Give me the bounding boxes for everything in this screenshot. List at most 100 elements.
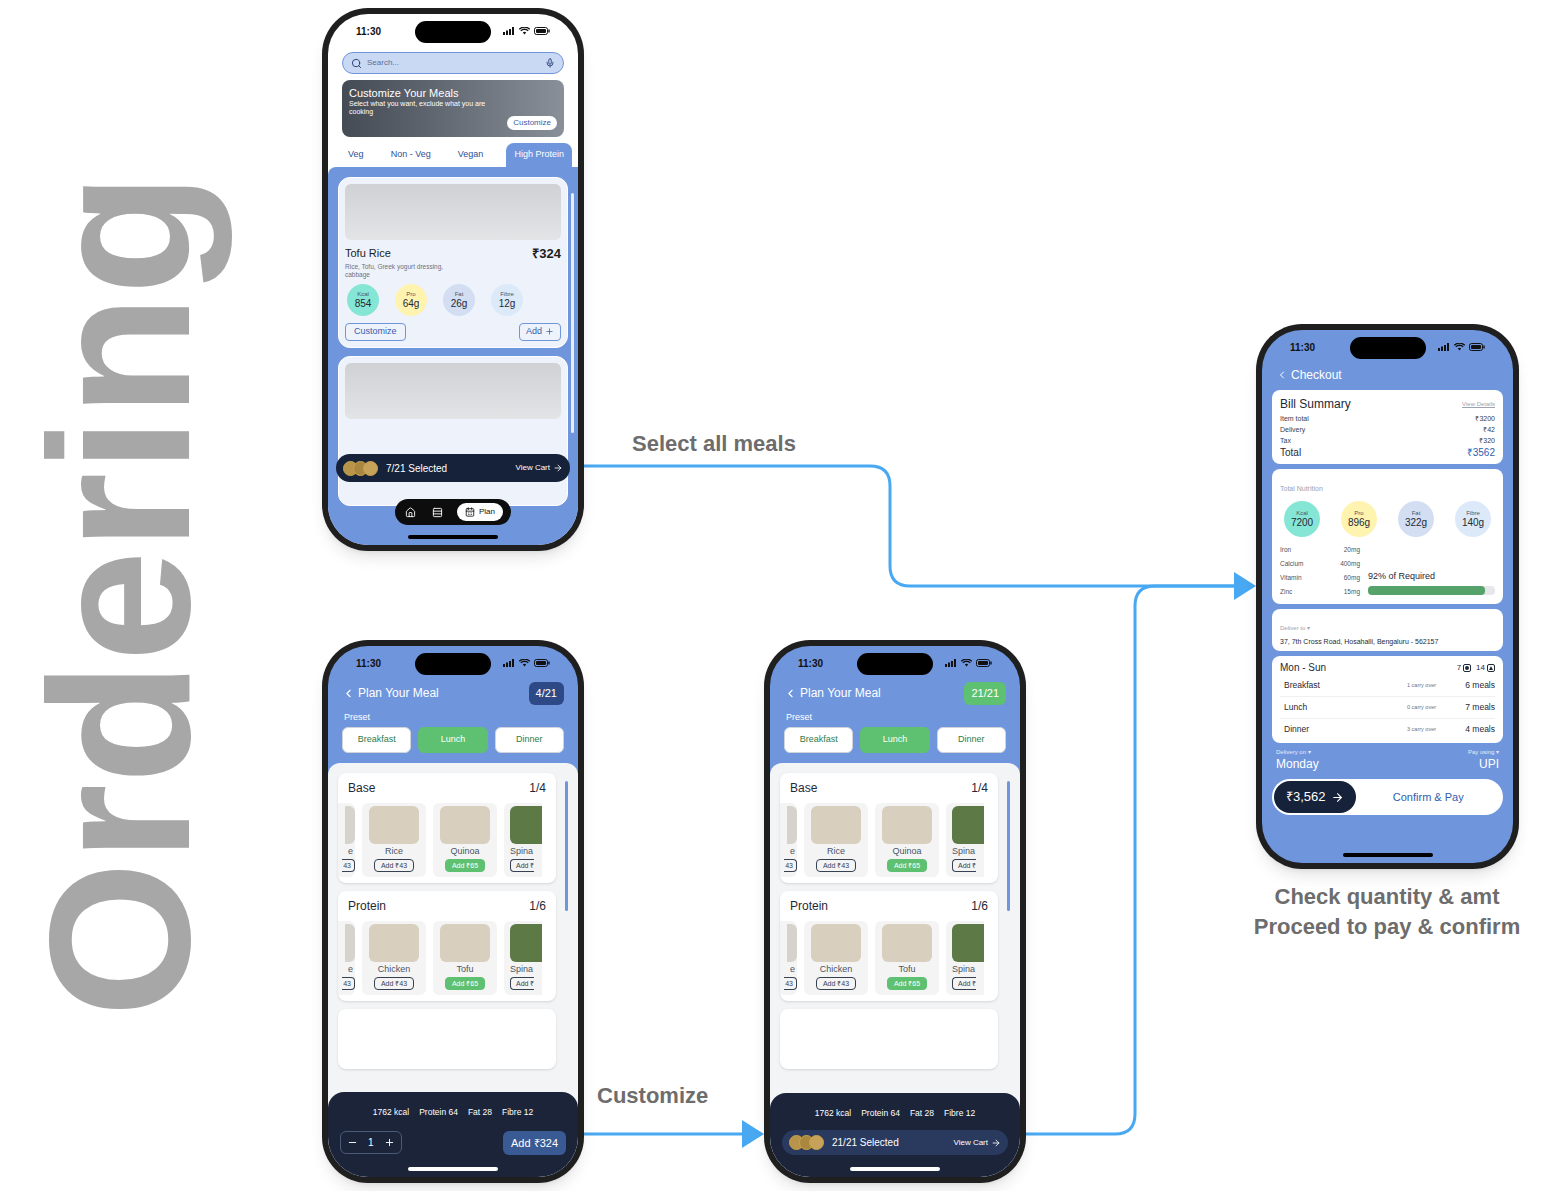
quantity: 1 — [368, 1135, 374, 1150]
diet-tab[interactable]: High Protein — [506, 143, 572, 167]
customize-label: Customize — [597, 1079, 708, 1112]
meal-description: Rice, Tofu, Greek yogurt dressing, cabba… — [345, 263, 455, 279]
deliver-label: Deliver to ▾ — [1280, 625, 1310, 631]
preset-row: Breakfast Lunch Dinner — [328, 727, 578, 753]
nav-item[interactable]: Plan — [457, 503, 503, 521]
payment-method[interactable]: Pay using ▾UPI — [1468, 748, 1499, 771]
food-add-button[interactable]: Add ₹43 — [816, 859, 856, 872]
food-add-button[interactable]: Add ₹ — [952, 977, 976, 990]
meal-list: Tofu Rice₹324Rice, Tofu, Greek yogurt dr… — [328, 167, 578, 546]
food-add-button[interactable]: 43 — [342, 977, 355, 990]
required-text: 92% of Required — [1368, 570, 1495, 584]
nonveg-count: 14 — [1476, 662, 1485, 674]
food-photo — [440, 806, 490, 844]
section-title: Protein — [348, 897, 386, 915]
preset-button[interactable]: Breakfast — [342, 727, 411, 753]
ingredient-strip[interactable]: e43 ChickenAdd ₹43TofuAdd ₹65SpinaAdd ₹ — [338, 921, 556, 995]
required-progress-fill — [1368, 586, 1485, 595]
food-add-button[interactable]: Add ₹65 — [887, 859, 927, 872]
minus-icon[interactable] — [347, 1137, 358, 1148]
food-item[interactable]: RiceAdd ₹43 — [804, 803, 868, 877]
add-to-plan-button[interactable]: Add ₹324 — [503, 1131, 566, 1156]
food-add-button[interactable]: Add ₹43 — [374, 977, 414, 990]
nav-item[interactable] — [430, 504, 445, 521]
view-cart-button[interactable]: View Cart — [953, 1137, 1001, 1149]
preset-button[interactable]: Breakfast — [784, 727, 853, 753]
wifi-icon — [1454, 343, 1465, 351]
preset-button[interactable]: Lunch — [860, 727, 929, 753]
food-name: e — [790, 846, 797, 857]
quantity-stepper: 1 — [340, 1131, 402, 1154]
cart-bar[interactable]: 21/21 Selected View Cart — [782, 1130, 1008, 1155]
back-icon[interactable] — [1276, 369, 1288, 381]
food-add-button[interactable]: Add ₹ — [510, 859, 534, 872]
cart-thumbnails — [789, 1135, 824, 1150]
ingredient-section — [338, 1009, 556, 1069]
deliver-card[interactable]: Deliver to ▾37, 7th Cross Road, Hosahall… — [1272, 609, 1503, 651]
food-add-button[interactable]: Add ₹65 — [445, 977, 485, 990]
nutrition-circle: Fat26g — [443, 284, 475, 316]
delivery-day[interactable]: Delivery on ▾Monday — [1276, 748, 1319, 771]
food-add-button[interactable]: 43 — [784, 977, 797, 990]
food-add-button[interactable]: 43 — [342, 859, 355, 872]
food-name: e — [348, 846, 355, 857]
cart-count: 21/21 Selected — [832, 1135, 945, 1150]
ingredient-strip[interactable]: e43 ChickenAdd ₹43TofuAdd ₹65 Spina Add ₹ — [780, 921, 998, 995]
preset-button[interactable]: Lunch — [418, 727, 487, 753]
meal-add-button[interactable]: Add — [519, 323, 561, 341]
food-add-button[interactable]: Add ₹ — [510, 977, 534, 990]
plan-totals: 1762 kcalProtein 64Fat 28Fibre 12 — [340, 1106, 566, 1119]
ingredient-strip[interactable]: e 43 RiceAdd ₹43QuinoaAdd ₹65SpinaAdd ₹ — [780, 803, 998, 877]
plus-icon[interactable] — [384, 1137, 395, 1148]
nutrition-value: 26g — [451, 298, 468, 310]
food-add-button[interactable]: Add ₹43 — [816, 977, 856, 990]
food-item[interactable]: SpinaAdd ₹ — [504, 921, 542, 995]
search-bar[interactable]: Search... — [342, 52, 564, 74]
checkout-phone: 11:30CheckoutBill SummaryView DetailsIte… — [1256, 324, 1519, 869]
food-item[interactable]: e43 — [338, 921, 355, 995]
food-add-button[interactable]: 43 — [784, 859, 797, 872]
ingredient-strip[interactable]: e 43 RiceAdd ₹43QuinoaAdd ₹65 Spina Add ₹ — [338, 803, 556, 877]
food-name: Spina — [952, 964, 975, 975]
food-item[interactable]: Spina Add ₹ — [504, 803, 542, 877]
cart-bar[interactable]: 7/21 SelectedView Cart — [336, 454, 570, 482]
food-item[interactable]: e 43 — [780, 803, 797, 877]
food-add-button[interactable]: Add ₹65 — [445, 859, 485, 872]
food-item[interactable]: ChickenAdd ₹43 — [362, 921, 426, 995]
nav-item[interactable] — [403, 504, 418, 521]
food-item[interactable]: e 43 — [338, 803, 355, 877]
meal-customize-button[interactable]: Customize — [345, 323, 406, 341]
food-item[interactable]: SpinaAdd ₹ — [946, 803, 984, 877]
nutrition-value: 64g — [403, 298, 420, 310]
diet-tab[interactable]: Veg — [344, 143, 368, 167]
micro-value: 400mg — [1320, 557, 1360, 571]
diet-tab[interactable]: Non - Veg — [387, 143, 435, 167]
food-item[interactable]: QuinoaAdd ₹65 — [433, 803, 497, 877]
food-item[interactable]: ChickenAdd ₹43 — [804, 921, 868, 995]
food-add-button[interactable]: Add ₹65 — [887, 977, 927, 990]
food-item[interactable]: RiceAdd ₹43 — [362, 803, 426, 877]
food-name: Spina — [510, 846, 533, 857]
back-icon[interactable] — [784, 687, 797, 700]
food-item[interactable]: Spina Add ₹ — [946, 921, 984, 995]
status-time: 11:30 — [356, 656, 381, 671]
food-add-button[interactable]: Add ₹ — [952, 859, 976, 872]
dynamic-island — [415, 653, 491, 675]
plan-screen: 11:30Plan Your Meal21/21PresetBreakfastL… — [770, 646, 1020, 1177]
checkout-title: Checkout — [1291, 366, 1342, 384]
food-item[interactable]: e43 — [780, 921, 797, 995]
food-item[interactable]: TofuAdd ₹65 — [433, 921, 497, 995]
preset-button[interactable]: Dinner — [495, 727, 564, 753]
pay-button[interactable]: ₹3,562Confirm & Pay — [1272, 779, 1503, 815]
back-icon[interactable] — [342, 687, 355, 700]
food-add-button[interactable]: Add ₹43 — [374, 859, 414, 872]
arrow-right-icon — [553, 463, 563, 473]
view-details-link[interactable]: View Details — [1462, 400, 1495, 409]
preset-button[interactable]: Dinner — [937, 727, 1006, 753]
section-count: 1/6 — [529, 897, 546, 915]
view-cart-button[interactable]: View Cart — [515, 462, 563, 474]
diet-tab[interactable]: Vegan — [454, 143, 488, 167]
food-item[interactable]: QuinoaAdd ₹65 — [875, 803, 939, 877]
banner-customize-button[interactable]: Customize — [507, 116, 557, 130]
food-item[interactable]: TofuAdd ₹65 — [875, 921, 939, 995]
